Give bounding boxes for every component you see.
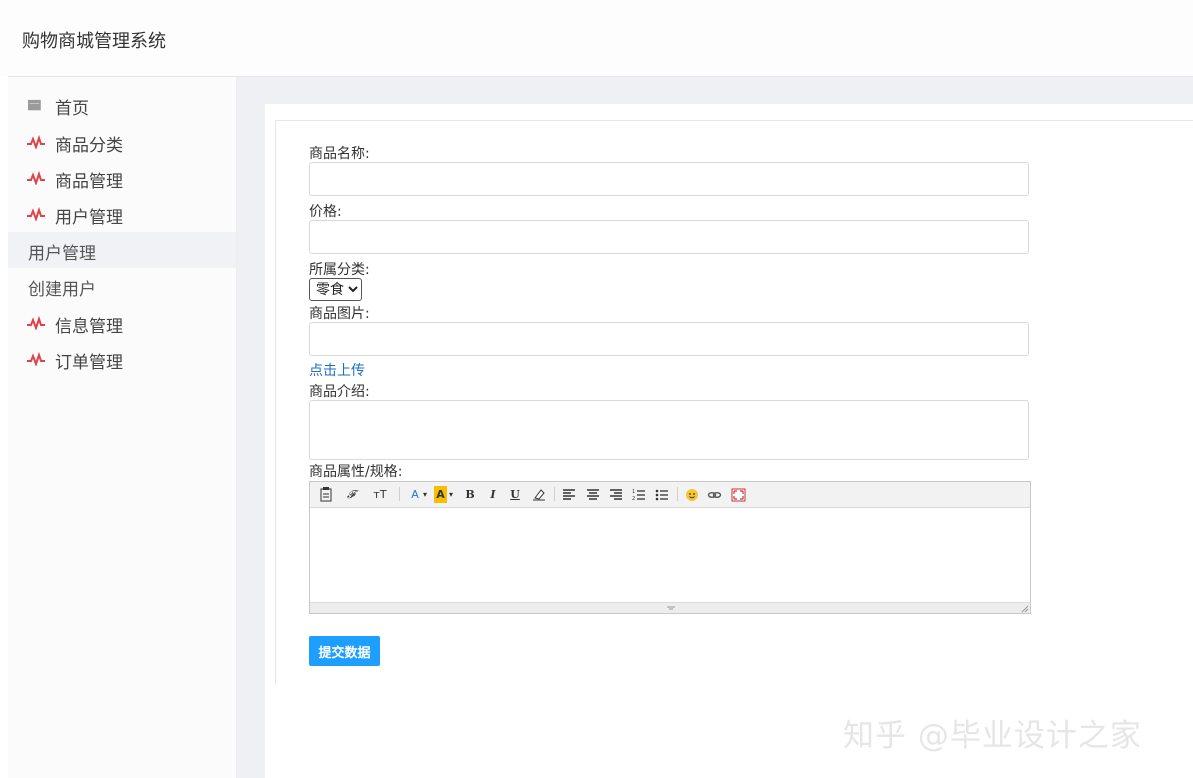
underline-button[interactable]: U [508, 486, 522, 503]
product-spec-label: 商品属性/规格: [309, 464, 403, 480]
sidebar-item-label: 商品分类 [55, 136, 123, 156]
sidebar-subitem-user-manage[interactable]: 用户管理 [8, 232, 236, 268]
sidebar-item-info[interactable]: 信息管理 [8, 305, 236, 341]
sidebar-item-category[interactable]: 商品分类 [8, 124, 236, 160]
editor-resize-bar[interactable] [310, 602, 1030, 613]
editor-content-area[interactable] [310, 508, 1030, 603]
sidebar-item-label: 创建用户 [28, 280, 96, 300]
price-input[interactable] [309, 220, 1029, 254]
sidebar-item-label: 用户管理 [28, 244, 96, 264]
svg-text:1: 1 [632, 489, 635, 495]
resize-grip-icon[interactable] [665, 604, 677, 612]
chevron-down-icon[interactable]: ▾ [448, 486, 454, 503]
sidebar-item-label: 用户管理 [55, 208, 123, 228]
product-name-input[interactable] [309, 162, 1029, 196]
font-color-button[interactable]: A [408, 486, 422, 503]
link-icon[interactable] [707, 486, 722, 503]
eraser-icon[interactable] [532, 486, 546, 503]
svg-text:2: 2 [632, 496, 635, 502]
product-intro-label: 商品介绍: [309, 384, 370, 400]
left-edge-strip [0, 76, 8, 778]
app-title: 购物商城管理系统 [22, 31, 166, 52]
toolbar-divider [399, 487, 400, 501]
bold-button[interactable]: B [463, 486, 477, 503]
product-intro-textarea[interactable] [309, 400, 1029, 460]
fullscreen-icon[interactable] [731, 486, 746, 503]
upload-link[interactable]: 点击上传 [309, 360, 365, 380]
ordered-list-icon[interactable]: 12 [632, 486, 646, 503]
product-image-label: 商品图片: [309, 306, 370, 322]
toolbar-divider [554, 487, 555, 501]
emoji-icon[interactable] [685, 486, 699, 503]
align-right-icon[interactable] [609, 486, 623, 503]
sidebar-item-orders[interactable]: 订单管理 [8, 341, 236, 377]
corner-resize-icon[interactable] [1021, 605, 1029, 613]
sidebar-subitem-create-user[interactable]: 创建用户 [8, 268, 236, 304]
watermark-text: 知乎 @毕业设计之家 [843, 718, 1142, 754]
sidebar-item-label: 订单管理 [55, 353, 123, 373]
align-center-icon[interactable] [586, 486, 600, 503]
sidebar-item-label: 商品管理 [55, 172, 123, 192]
sidebar-menu: 首页 商品分类 商品管理 用户管理 用户管理 创建用户 信息管理 订单管理 [8, 77, 237, 778]
sidebar-item-products[interactable]: 商品管理 [8, 160, 236, 196]
spec-rich-editor: 𝓕 тT A ▾ A ▾ B I U 12 [309, 481, 1031, 614]
price-label: 价格: [309, 204, 342, 220]
font-size-button[interactable]: тT [370, 486, 390, 503]
italic-button[interactable]: I [486, 486, 500, 503]
pulse-icon [27, 135, 45, 149]
source-icon[interactable] [320, 486, 332, 503]
pulse-icon [27, 207, 45, 221]
chevron-down-icon[interactable]: ▾ [422, 486, 428, 503]
editor-toolbar: 𝓕 тT A ▾ A ▾ B I U 12 [310, 482, 1030, 508]
product-image-input[interactable] [309, 322, 1029, 356]
category-select[interactable]: 零食 [309, 278, 362, 301]
product-name-label: 商品名称: [309, 146, 370, 162]
category-label: 所属分类: [309, 262, 370, 278]
font-family-button[interactable]: 𝓕 [342, 486, 360, 503]
home-icon [28, 99, 41, 111]
sidebar-item-home[interactable]: 首页 [8, 87, 236, 123]
submit-button[interactable]: 提交数据 [309, 636, 380, 666]
sidebar-item-label: 信息管理 [55, 317, 123, 337]
sidebar-item-label: 首页 [55, 99, 89, 119]
background-color-button[interactable]: A [434, 486, 447, 503]
pulse-icon [27, 171, 45, 185]
top-header: 购物商城管理系统 [0, 0, 1193, 77]
align-left-icon[interactable] [562, 486, 576, 503]
sidebar-item-users[interactable]: 用户管理 [8, 196, 236, 232]
pulse-icon [27, 316, 45, 330]
unordered-list-icon[interactable] [655, 486, 669, 503]
pulse-icon [27, 352, 45, 366]
toolbar-divider [677, 487, 678, 501]
